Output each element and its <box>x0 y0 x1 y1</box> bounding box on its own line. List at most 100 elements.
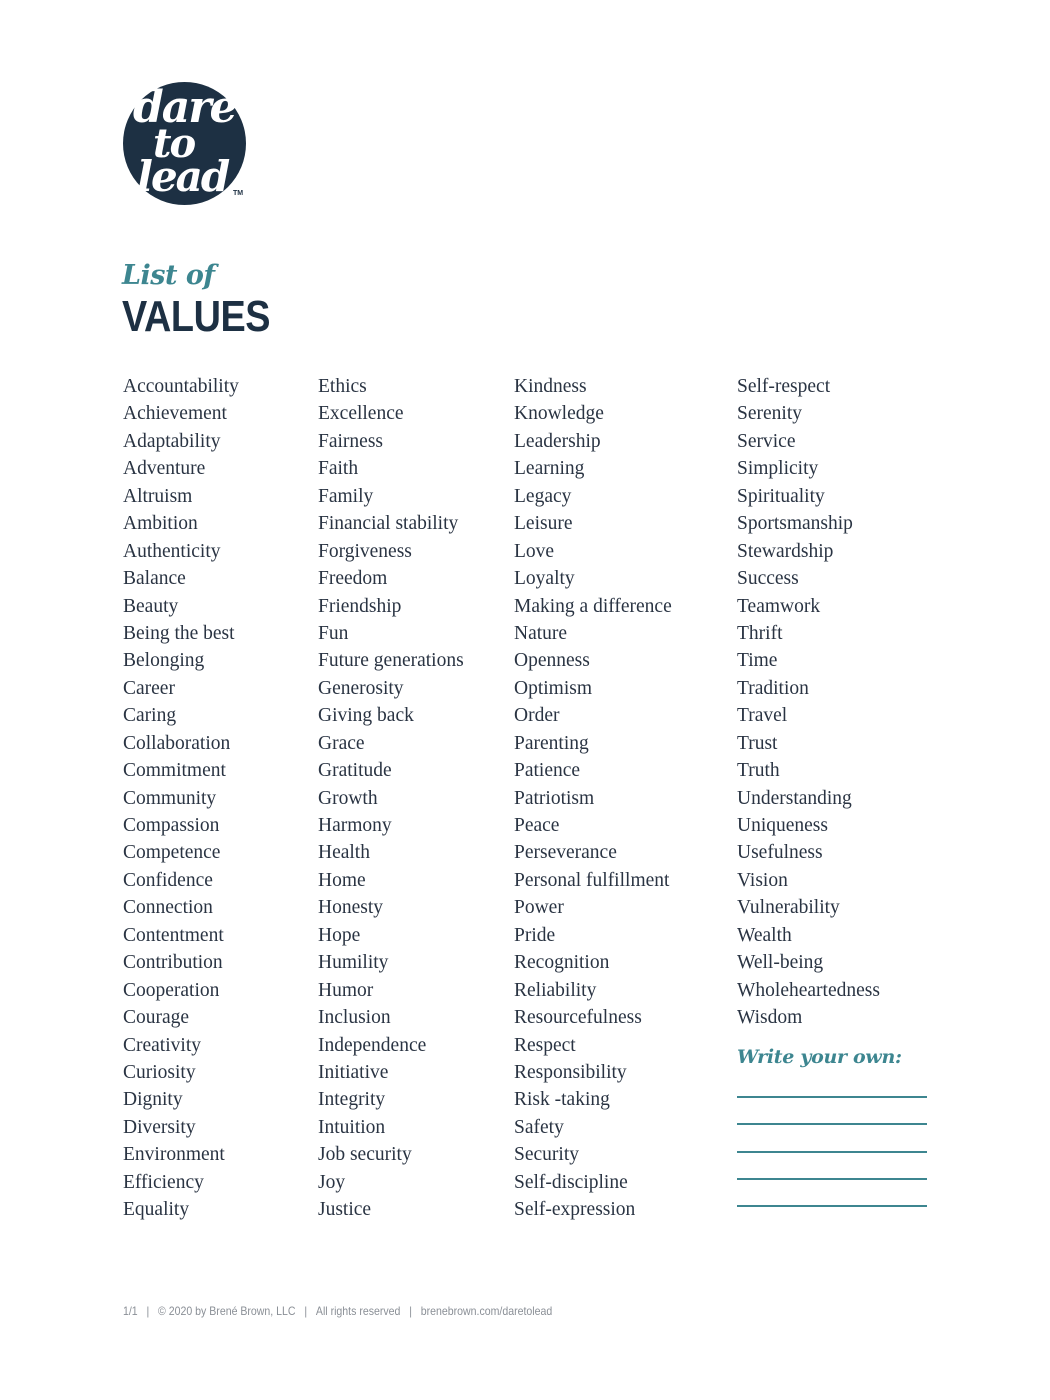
value-item: Legacy <box>514 485 572 507</box>
value-item: Ambition <box>123 513 198 535</box>
value-item: Grace <box>318 732 365 754</box>
value-item: Vision <box>737 869 788 891</box>
value-item: Community <box>123 787 217 809</box>
value-item: Pride <box>514 924 556 946</box>
footer-copyright: © 2020 by Brené Brown, LLC <box>158 1304 296 1318</box>
value-item: Personal fulfillment <box>514 869 670 891</box>
values-column-1: Accountability Achievement Adaptability Adv… <box>123 373 239 1224</box>
footer-separator: | <box>146 1304 150 1318</box>
value-item: Service <box>737 430 796 452</box>
value-item: Success <box>737 568 799 590</box>
value-item: Curiosity <box>123 1061 196 1083</box>
value-item: Altruism <box>123 485 193 507</box>
value-item: Usefulness <box>737 842 823 864</box>
value-item: Humor <box>318 979 374 1001</box>
value-item: Contribution <box>123 952 223 974</box>
value-item: Self-expression <box>514 1199 636 1221</box>
value-item: Responsibility <box>514 1061 627 1083</box>
value-item: Harmony <box>318 815 392 836</box>
value-item: Family <box>318 485 374 507</box>
values-column-4: Self-respect Serenity Service Simplicity Spi… <box>737 373 880 1032</box>
footer-page-number: 1/1 <box>123 1304 138 1318</box>
value-item: Peace <box>514 815 560 836</box>
value-item: Understanding <box>737 787 852 809</box>
value-item: Faith <box>318 458 359 480</box>
value-item: Time <box>737 650 778 672</box>
value-item: Wisdom <box>737 1007 803 1029</box>
value-item: Authenticity <box>123 540 221 562</box>
value-item: Well-being <box>737 952 824 974</box>
value-item: Diversity <box>123 1116 196 1138</box>
value-item: Adventure <box>123 458 206 480</box>
value-item: Serenity <box>737 403 802 425</box>
value-item: Growth <box>318 787 378 809</box>
value-item: Contentment <box>123 924 224 946</box>
value-item: Respect <box>514 1034 576 1056</box>
value-item: Ethics <box>318 376 367 397</box>
value-item: Giving back <box>318 705 414 727</box>
value-item: Joy <box>318 1171 346 1193</box>
value-item: Cooperation <box>123 979 220 1001</box>
value-item: Career <box>123 677 175 699</box>
value-item: Trust <box>737 732 778 754</box>
value-item: Gratitude <box>318 760 392 782</box>
value-item: Resourcefulness <box>514 1007 642 1029</box>
value-item: Loyalty <box>514 568 575 590</box>
values-column-3: Kindness Knowledge Leadership Learning Legac… <box>514 373 672 1224</box>
footer: 1/1 | © 2020 by Brené Brown, LLC | All right… <box>123 1304 552 1318</box>
value-item: Achievement <box>123 403 227 425</box>
value-item: Risk -taking <box>514 1089 610 1111</box>
value-item: Tradition <box>737 677 809 699</box>
write-in-line <box>737 1096 927 1098</box>
value-item: Forgiveness <box>318 540 412 562</box>
value-item: Environment <box>123 1144 225 1166</box>
value-item: Adaptability <box>123 430 221 452</box>
value-item: Freedom <box>318 568 388 590</box>
value-item: Parenting <box>514 732 589 754</box>
value-item: Truth <box>737 760 780 782</box>
value-item: Connection <box>123 897 213 919</box>
value-item: Wealth <box>737 924 792 946</box>
trademark-symbol: TM <box>233 190 244 197</box>
value-item: Openness <box>514 650 590 672</box>
value-item: Uniqueness <box>737 815 828 836</box>
value-item: Being the best <box>123 622 235 644</box>
value-item: Knowledge <box>514 403 604 425</box>
values-column-2: Ethics Excellence Fairness Faith Family Finan… <box>318 373 464 1224</box>
value-item: Vulnerability <box>737 897 840 919</box>
value-item: Making a difference <box>514 595 672 617</box>
value-item: Hope <box>318 924 361 946</box>
title-subtitle: List of <box>122 260 215 291</box>
value-item: Generosity <box>318 677 404 699</box>
value-item: Recognition <box>514 952 610 974</box>
value-item: Wholeheartedness <box>737 979 880 1001</box>
value-item: Self-respect <box>737 376 831 397</box>
value-item: Competence <box>123 842 221 864</box>
value-item: Confidence <box>123 869 213 891</box>
value-item: Intuition <box>318 1116 386 1138</box>
value-item: Thrift <box>737 622 783 644</box>
write-in-line <box>737 1177 927 1180</box>
value-item: Compassion <box>123 815 220 836</box>
value-item: Security <box>514 1144 579 1166</box>
dare-to-lead-logo: dare to lead TM <box>123 82 247 206</box>
value-item: Initiative <box>318 1061 389 1083</box>
value-item: Dignity <box>123 1089 183 1111</box>
value-item: Simplicity <box>737 458 819 480</box>
write-in-line <box>737 1123 927 1126</box>
footer-separator: | <box>409 1304 412 1318</box>
value-item: Future generations <box>318 650 464 672</box>
write-your-own-heading: Write your own: <box>737 1046 902 1068</box>
footer-url[interactable]: brenebrown.com/daretolead <box>421 1304 553 1318</box>
value-item: Perseverance <box>514 842 617 864</box>
value-item: Spirituality <box>737 485 825 507</box>
value-item: Honesty <box>318 897 383 919</box>
value-item: Stewardship <box>737 540 834 562</box>
value-item: Patience <box>514 760 581 782</box>
value-item: Sportsmanship <box>737 513 853 535</box>
value-item: Patriotism <box>514 787 595 809</box>
page-title: VALUES <box>122 292 271 341</box>
value-item: Collaboration <box>123 732 231 754</box>
value-item: Leisure <box>514 513 573 535</box>
value-item: Order <box>514 705 560 727</box>
